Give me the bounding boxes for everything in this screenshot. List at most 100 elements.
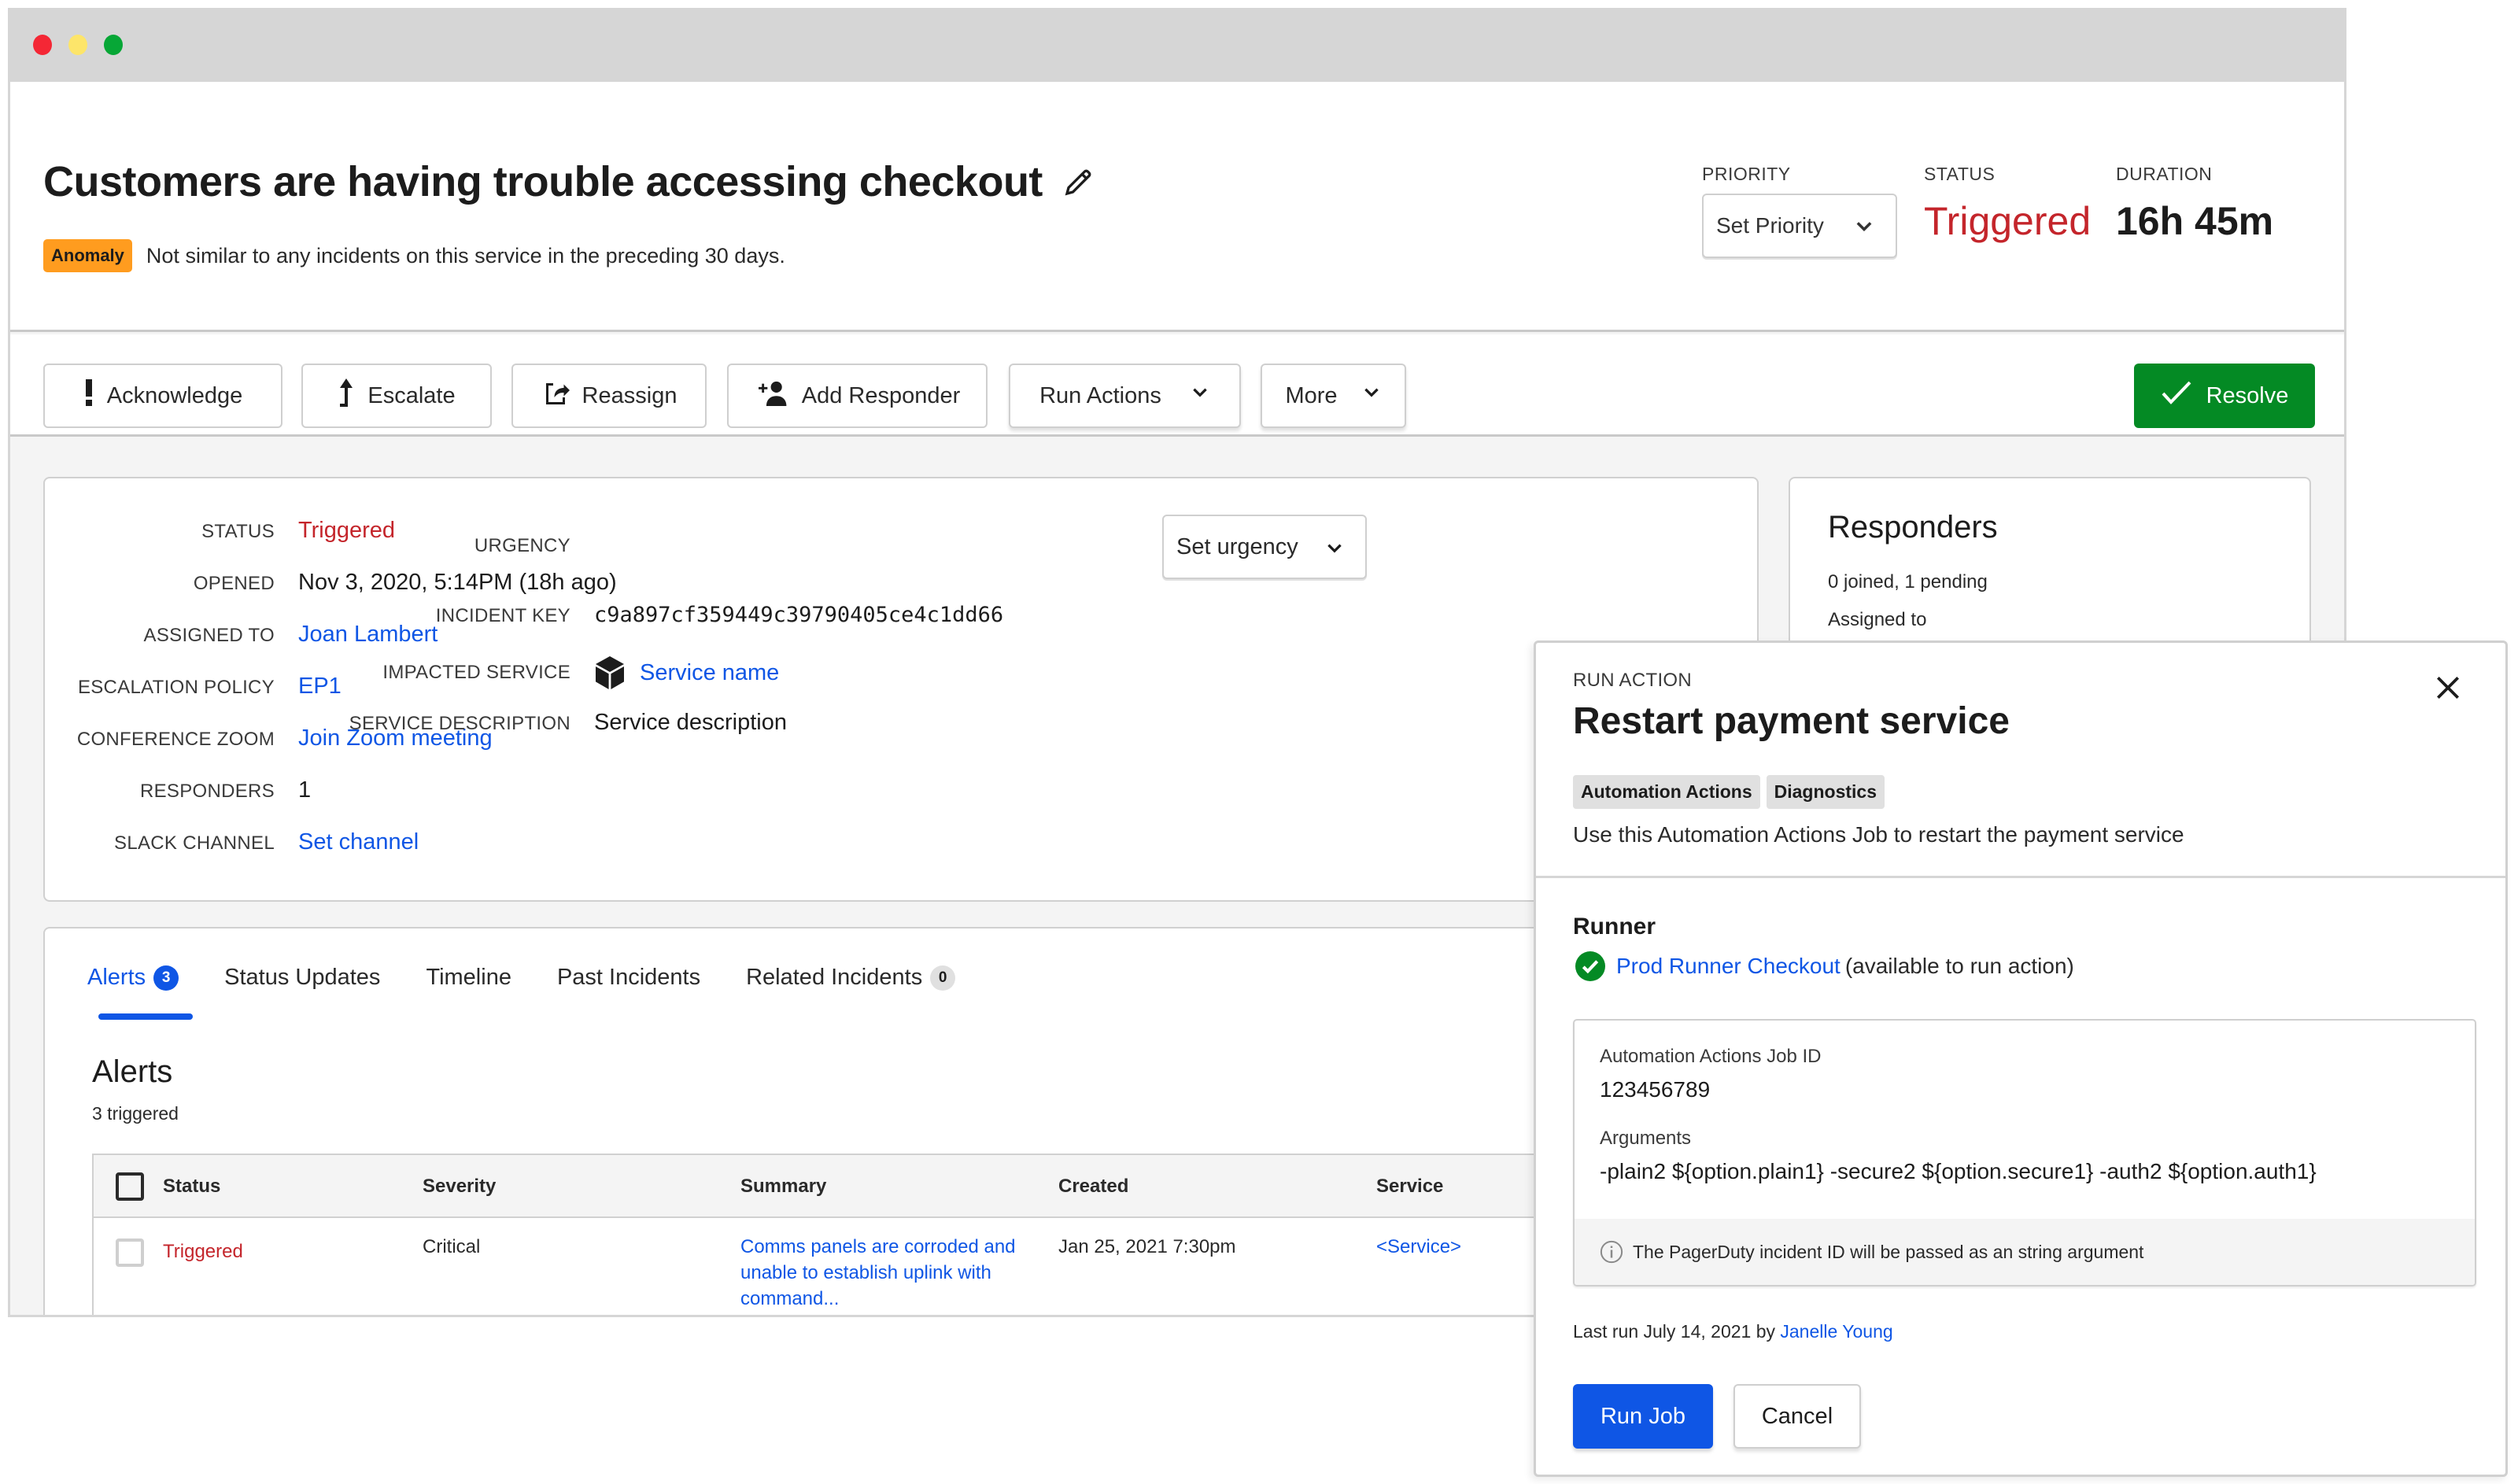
tab-timeline-label: Timeline	[426, 965, 511, 990]
incident-key-label: INCIDENT KEY	[435, 605, 570, 626]
column-header-service[interactable]: Service	[1376, 1176, 1443, 1198]
detail-row-service-description: SERVICE DESCRIPTION Service description	[45, 710, 787, 736]
chevron-down-icon	[1324, 538, 1345, 565]
acknowledge-button[interactable]: Acknowledge	[43, 364, 282, 428]
tab-alerts[interactable]: Alerts 3	[87, 965, 179, 991]
run-action-title: Restart payment service	[1573, 700, 2010, 742]
status-value: Triggered	[1924, 199, 2092, 243]
tab-related-incidents-label: Related Incidents	[746, 965, 923, 990]
more-label: More	[1285, 382, 1338, 408]
incident-key-value: c9a897cf359449c39790405ce4c1dd66	[594, 603, 1004, 627]
last-run-text: Last run July 14, 2021 by	[1573, 1321, 1775, 1342]
detail-row-slack: SLACK CHANNEL Set channel	[45, 829, 419, 855]
anomaly-text: Not similar to any incidents on this ser…	[146, 243, 785, 268]
window-close-button[interactable]	[33, 35, 52, 55]
tab-past-incidents-label: Past Incidents	[556, 965, 701, 990]
detail-row-opened: OPENED Nov 3, 2020, 5:14PM (18h ago)	[45, 570, 617, 596]
alerts-table: Status Severity Summary Created Service …	[92, 1154, 1776, 1315]
window-maximize-button[interactable]	[104, 35, 123, 55]
alerts-table-header: Status Severity Summary Created Service	[94, 1155, 1774, 1218]
column-header-created[interactable]: Created	[1058, 1176, 1128, 1198]
detail-label: ASSIGNED TO	[143, 625, 275, 646]
runner-link[interactable]: Prod Runner Checkout	[1616, 954, 1841, 979]
run-actions-dropdown[interactable]: Run Actions	[1009, 364, 1241, 428]
run-action-description: Use this Automation Actions Job to resta…	[1573, 822, 2184, 847]
close-icon[interactable]	[2433, 673, 2463, 703]
urgency-label: URGENCY	[474, 535, 570, 556]
incident-title-text: Customers are having trouble accessing c…	[43, 158, 1043, 205]
detail-row-responders: RESPONDERS 1	[45, 777, 311, 803]
select-all-checkbox[interactable]	[116, 1172, 144, 1201]
runner-status: (available to run action)	[1844, 954, 2074, 978]
set-channel-link[interactable]: Set channel	[298, 829, 419, 855]
run-action-eyebrow: RUN ACTION	[1573, 670, 1693, 691]
tab-past-incidents[interactable]: Past Incidents	[557, 965, 700, 991]
arguments-value: -plain2 ${option.plain1} -secure2 ${opti…	[1600, 1159, 2317, 1183]
window-minimize-button[interactable]	[68, 35, 87, 55]
incident-tabs-card: Alerts 3 Status Updates Timeline Past In…	[43, 927, 1776, 1315]
job-id-value: 123456789	[1600, 1077, 1711, 1102]
escalate-arrow-icon	[338, 378, 355, 413]
impacted-service-label: IMPACTED SERVICE	[382, 662, 570, 683]
anomaly-badge: Anomaly	[43, 239, 132, 272]
urgency-select[interactable]: Set urgency	[1162, 515, 1367, 579]
alert-status: Triggered	[163, 1241, 243, 1262]
more-dropdown[interactable]: More	[1261, 364, 1406, 428]
incident-details-card: STATUS Triggered OPENED Nov 3, 2020, 5:1…	[43, 477, 1759, 902]
tab-bar: Alerts 3 Status Updates Timeline Past In…	[87, 965, 1001, 991]
table-row: Triggered Critical Comms panels are corr…	[94, 1218, 1774, 1315]
last-run-user-link[interactable]: Janelle Young	[1780, 1321, 1892, 1342]
detail-label: SLACK CHANNEL	[114, 832, 275, 854]
column-header-severity[interactable]: Severity	[423, 1176, 496, 1198]
runner-heading: Runner	[1573, 914, 1656, 939]
resolve-label: Resolve	[2206, 382, 2289, 408]
escalate-button[interactable]: Escalate	[301, 364, 492, 428]
reassign-icon	[541, 378, 570, 413]
alert-severity: Critical	[423, 1236, 481, 1257]
priority-select[interactable]: Set Priority	[1702, 194, 1897, 258]
tag-diagnostics: Diagnostics	[1766, 775, 1885, 809]
responders-summary: 0 joined, 1 pending	[1828, 571, 1988, 592]
urgency-value: Set urgency	[1176, 533, 1298, 559]
priority-value: Set Priority	[1716, 213, 1824, 238]
tag-automation-actions: Automation Actions	[1573, 775, 1760, 809]
incident-title: Customers are having trouble accessing c…	[43, 157, 1095, 206]
cancel-button[interactable]: Cancel	[1733, 1384, 1861, 1449]
job-id-label: Automation Actions Job ID	[1600, 1046, 1822, 1067]
escalate-label: Escalate	[367, 382, 456, 408]
related-incidents-count-badge: 0	[930, 965, 956, 991]
column-header-status[interactable]: Status	[163, 1176, 220, 1198]
alert-service-link[interactable]: <Service>	[1376, 1234, 1461, 1260]
row-checkbox[interactable]	[116, 1239, 144, 1267]
alert-summary-link[interactable]: Comms panels are corroded and unable to …	[740, 1234, 1047, 1312]
job-details-box: Automation Actions Job ID 123456789 Argu…	[1573, 1019, 2476, 1287]
alerts-subheading: 3 triggered	[92, 1103, 179, 1124]
tab-alerts-label: Alerts	[87, 965, 146, 990]
pencil-icon[interactable]	[1063, 166, 1095, 197]
checkmark-icon	[2161, 379, 2192, 412]
chevron-down-icon	[1361, 382, 1382, 409]
active-tab-indicator	[98, 1013, 193, 1020]
service-description-label: SERVICE DESCRIPTION	[349, 713, 570, 734]
column-header-summary[interactable]: Summary	[740, 1176, 826, 1198]
panel-divider	[1536, 876, 2505, 878]
resolve-button[interactable]: Resolve	[2134, 364, 2315, 428]
chevron-down-icon	[1853, 216, 1875, 243]
service-name-link[interactable]: Service name	[640, 660, 779, 686]
tab-timeline[interactable]: Timeline	[426, 965, 511, 991]
detail-row-incident-key: INCIDENT KEY c9a897cf359449c39790405ce4c…	[45, 603, 1003, 627]
duration-value: 16h 45m	[2116, 199, 2274, 243]
run-job-button[interactable]: Run Job	[1573, 1384, 1713, 1449]
tab-related-incidents[interactable]: Related Incidents 0	[746, 965, 956, 991]
detail-row-impacted-service: IMPACTED SERVICE Service name	[45, 656, 779, 689]
detail-label: RESPONDERS	[139, 781, 275, 802]
tab-status-updates[interactable]: Status Updates	[224, 965, 380, 991]
reassign-button[interactable]: Reassign	[511, 364, 707, 428]
duration-label: DURATION	[2116, 164, 2213, 184]
priority-label: PRIORITY	[1702, 164, 1791, 184]
service-description-value: Service description	[594, 710, 787, 735]
alert-created: Jan 25, 2021 7:30pm	[1058, 1236, 1236, 1257]
add-responder-button[interactable]: Add Responder	[727, 364, 988, 428]
incident-id-note: The PagerDuty incident ID will be passed…	[1575, 1219, 2475, 1285]
acknowledge-label: Acknowledge	[106, 382, 243, 408]
